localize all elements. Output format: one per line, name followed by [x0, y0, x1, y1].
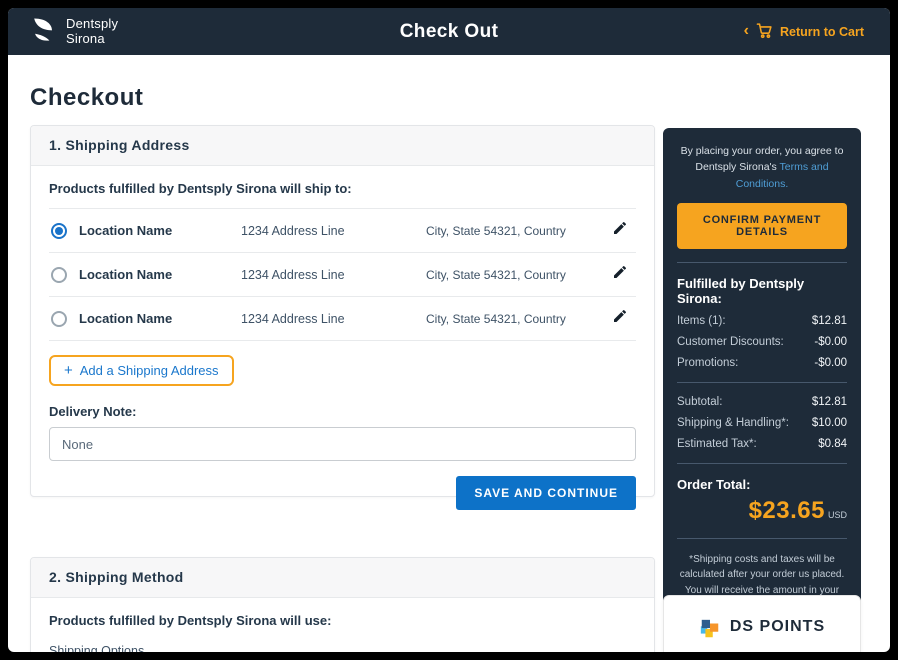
brand-name: Dentsply Sirona — [66, 17, 118, 46]
summary-line: Estimated Tax*: $0.84 — [677, 438, 847, 450]
delivery-note-input[interactable] — [49, 427, 636, 461]
shipping-address-section-title: 1. Shipping Address — [31, 126, 654, 166]
chevron-left-icon: ‹ — [744, 23, 749, 39]
summary-value: -$0.00 — [814, 357, 847, 369]
pencil-icon — [612, 308, 628, 329]
summary-line: Subtotal: $12.81 — [677, 396, 847, 408]
ds-points-card: DS POINTS — [663, 595, 861, 652]
cart-icon — [756, 22, 773, 42]
divider — [677, 538, 847, 539]
summary-line: Customer Discounts: -$0.00 — [677, 336, 847, 348]
pencil-icon — [612, 220, 628, 241]
summary-value: -$0.00 — [814, 336, 847, 348]
divider — [677, 382, 847, 383]
address-row[interactable]: Location Name 1234 Address Line City, St… — [49, 208, 636, 252]
edit-address-button[interactable] — [612, 220, 628, 241]
save-and-continue-button[interactable]: SAVE AND CONTINUE — [456, 476, 636, 510]
divider — [677, 463, 847, 464]
summary-label: Subtotal: — [677, 396, 722, 408]
address-location-name: Location Name — [79, 223, 172, 238]
dentsply-sirona-logo-icon — [30, 16, 57, 48]
shipping-options-label: Shipping Options — [49, 644, 636, 652]
address-row[interactable]: Location Name 1234 Address Line City, St… — [49, 252, 636, 296]
top-header: Dentsply Sirona Check Out ‹ Return to Ca… — [8, 8, 890, 55]
order-summary-panel: By placing your order, you agree to Dent… — [663, 128, 861, 652]
address-radio[interactable] — [51, 311, 67, 327]
divider — [677, 262, 847, 263]
agreement-text: By placing your order, you agree to Dent… — [677, 143, 847, 192]
summary-line: Items (1): $12.81 — [677, 315, 847, 327]
address-list: Location Name 1234 Address Line City, St… — [49, 208, 636, 341]
summary-label: Customer Discounts: — [677, 336, 784, 348]
edit-address-button[interactable] — [612, 264, 628, 285]
summary-label: Items (1): — [677, 315, 726, 327]
return-to-cart-label: Return to Cart — [780, 25, 864, 39]
address-city: City, State 54321, Country — [426, 268, 612, 282]
address-line: 1234 Address Line — [241, 224, 426, 238]
page-header-title: Check Out — [400, 21, 499, 43]
summary-value: $10.00 — [812, 417, 847, 429]
summary-line: Shipping & Handling*: $10.00 — [677, 417, 847, 429]
shipping-method-intro: Products fulfilled by Dentsply Sirona wi… — [49, 613, 636, 628]
confirm-payment-details-button[interactable]: CONFIRM PAYMENT DETAILS — [677, 203, 847, 249]
address-row[interactable]: Location Name 1234 Address Line City, St… — [49, 296, 636, 340]
edit-address-button[interactable] — [612, 308, 628, 329]
summary-label: Estimated Tax*: — [677, 438, 757, 450]
summary-line: Promotions: -$0.00 — [677, 357, 847, 369]
page-title: Checkout — [30, 84, 143, 112]
order-total-currency: USD — [828, 510, 847, 520]
ship-to-intro: Products fulfilled by Dentsply Sirona wi… — [49, 181, 636, 196]
shipping-address-section: 1. Shipping Address Products fulfilled b… — [30, 125, 655, 497]
summary-value: $12.81 — [812, 315, 847, 327]
shipping-method-section: 2. Shipping Method Products fulfilled by… — [30, 557, 655, 652]
address-radio-selected[interactable] — [51, 223, 67, 239]
fulfilled-by-heading: Fulfilled by Dentsply Sirona: — [677, 276, 847, 306]
address-city: City, State 54321, Country — [426, 224, 612, 238]
address-radio[interactable] — [51, 267, 67, 283]
return-to-cart-link[interactable]: ‹ Return to Cart — [744, 8, 864, 55]
summary-label: Shipping & Handling*: — [677, 417, 789, 429]
address-location-name: Location Name — [79, 311, 172, 326]
ds-points-logo-icon — [699, 618, 721, 645]
add-shipping-address-label: Add a Shipping Address — [80, 363, 219, 378]
ds-points-label: DS POINTS — [730, 618, 825, 636]
add-shipping-address-button[interactable]: + Add a Shipping Address — [49, 355, 234, 386]
order-total-amount: $23.65 — [749, 497, 825, 524]
shipping-method-section-title: 2. Shipping Method — [31, 558, 654, 598]
order-total-label: Order Total: — [677, 477, 847, 492]
address-city: City, State 54321, Country — [426, 312, 612, 326]
address-line: 1234 Address Line — [241, 268, 426, 282]
address-location-name: Location Name — [79, 267, 172, 282]
brand-logo[interactable]: Dentsply Sirona — [30, 16, 118, 48]
address-line: 1234 Address Line — [241, 312, 426, 326]
checkout-window: Dentsply Sirona Check Out ‹ Return to Ca… — [8, 8, 890, 652]
pencil-icon — [612, 264, 628, 285]
delivery-note-label: Delivery Note: — [49, 404, 636, 419]
summary-value: $0.84 — [818, 438, 847, 450]
plus-icon: + — [64, 363, 73, 378]
summary-label: Promotions: — [677, 357, 738, 369]
summary-value: $12.81 — [812, 396, 847, 408]
